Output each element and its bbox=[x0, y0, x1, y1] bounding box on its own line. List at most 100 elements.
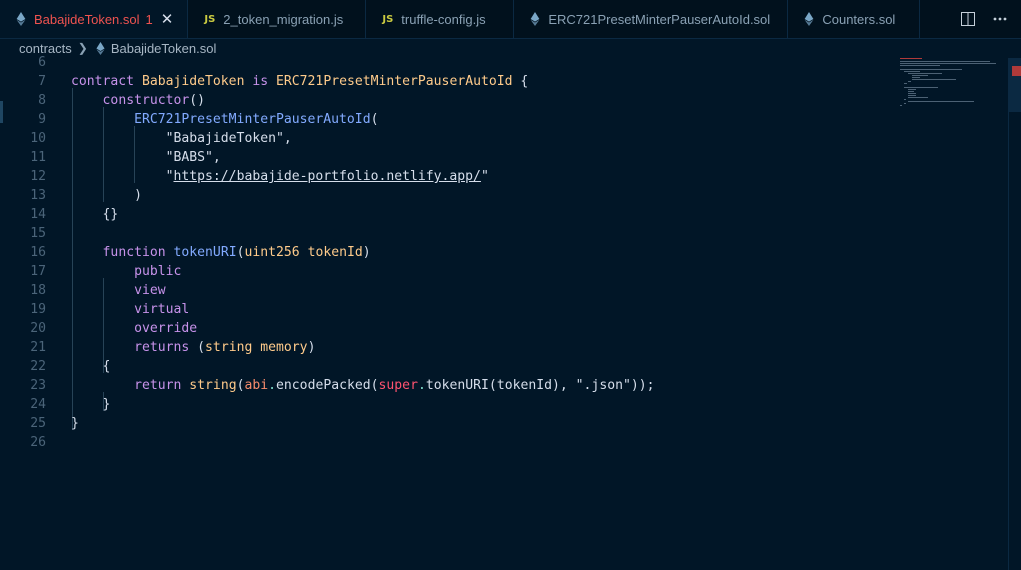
code-line: 17 public bbox=[0, 262, 1008, 281]
code-text: { bbox=[71, 357, 111, 376]
line-number: 22 bbox=[30, 359, 46, 374]
paren: ), bbox=[552, 378, 568, 393]
js-icon: JS bbox=[382, 13, 394, 25]
code-line: 19 virtual bbox=[0, 300, 1008, 319]
line-number: 18 bbox=[30, 283, 46, 298]
quote: " bbox=[480, 169, 489, 184]
code-text: "BabajideToken", bbox=[71, 129, 292, 148]
code-line: 10 "BabajideToken", bbox=[0, 129, 1008, 148]
type: string bbox=[189, 378, 237, 393]
function-call: ERC721PresetMinterPauserAutoId bbox=[134, 112, 371, 127]
paren: ( bbox=[370, 112, 379, 127]
brace: } bbox=[102, 397, 111, 412]
code-text: contract BabajideToken is ERC721PresetMi… bbox=[71, 72, 528, 91]
tab-babajidetoken-sol[interactable]: BabajideToken.sol 1 ✕ bbox=[0, 0, 189, 38]
solidity-icon bbox=[530, 12, 540, 26]
line-number: 24 bbox=[30, 397, 46, 412]
code-text: } bbox=[71, 414, 79, 433]
paren: )); bbox=[630, 378, 655, 393]
function-call: encodePacked bbox=[276, 378, 371, 393]
line-number: 17 bbox=[30, 264, 46, 279]
tab-counters-sol[interactable]: Counters.sol bbox=[788, 0, 921, 38]
tab-truffle-config-js[interactable]: JS truffle-config.js bbox=[366, 0, 515, 38]
line-number: 13 bbox=[30, 188, 46, 203]
code-text: {} bbox=[71, 205, 119, 224]
more-actions-icon[interactable] bbox=[993, 17, 1007, 21]
paren: ( bbox=[488, 378, 497, 393]
code-line: 20 override bbox=[0, 319, 1008, 338]
line-number: 16 bbox=[30, 245, 46, 260]
code-text: ERC721PresetMinterPauserAutoId( bbox=[71, 110, 378, 129]
paren: ( bbox=[197, 340, 206, 355]
code-line: 26 bbox=[0, 433, 1008, 452]
code-line: 22 { bbox=[0, 357, 1008, 376]
vertical-scrollbar[interactable] bbox=[1008, 58, 1021, 570]
parameter: tokenId bbox=[307, 245, 363, 260]
dot: . bbox=[417, 378, 426, 393]
tab-erc721presetminterpauserautoid-sol[interactable]: ERC721PresetMinterPauserAutoId.sol bbox=[514, 0, 789, 38]
function-name: tokenURI bbox=[173, 245, 237, 260]
contract-name: BabajideToken bbox=[141, 74, 245, 89]
code-text: ) bbox=[71, 186, 142, 205]
code-line: 15 bbox=[0, 224, 1008, 243]
solidity-icon bbox=[804, 12, 814, 26]
comma: , bbox=[212, 150, 221, 165]
storage: memory bbox=[260, 340, 308, 355]
code-text: function tokenURI(uint256 tokenId) bbox=[71, 243, 371, 262]
code-line: 7 contract BabajideToken is ERC721Preset… bbox=[0, 72, 1008, 91]
paren: ) bbox=[307, 340, 316, 355]
code-line: 25 } bbox=[0, 414, 1008, 433]
quote: " bbox=[165, 169, 174, 184]
line-number: 11 bbox=[30, 150, 46, 165]
tab-label: 2_token_migration.js bbox=[223, 11, 344, 27]
js-icon: JS bbox=[204, 13, 216, 25]
line-number: 6 bbox=[38, 55, 46, 70]
code-editor[interactable]: 6 7 contract BabajideToken is ERC721Pres… bbox=[0, 55, 1008, 570]
modifier: virtual bbox=[134, 302, 190, 317]
modifier: public bbox=[134, 264, 182, 279]
code-text: returns (string memory) bbox=[71, 338, 315, 357]
keyword: is bbox=[252, 74, 269, 89]
super-keyword: super bbox=[378, 378, 418, 393]
tab-bar: BabajideToken.sol 1 ✕ JS 2_token_migrati… bbox=[0, 0, 1021, 39]
keyword: contract bbox=[71, 74, 135, 89]
paren: ) bbox=[134, 188, 142, 203]
tab-2-token-migration-js[interactable]: JS 2_token_migration.js bbox=[188, 0, 367, 38]
line-number: 25 bbox=[30, 416, 46, 431]
code-line: 6 bbox=[0, 53, 1008, 72]
code-text: public bbox=[71, 262, 181, 281]
type: string bbox=[205, 340, 253, 355]
split-editor-icon[interactable] bbox=[961, 12, 975, 26]
line-number: 20 bbox=[30, 321, 46, 336]
line-number: 7 bbox=[38, 74, 46, 89]
minimap[interactable] bbox=[896, 58, 1008, 118]
keyword: return bbox=[134, 378, 182, 393]
code-line: 23 return string(abi.encodePacked(super.… bbox=[0, 376, 1008, 395]
editor-actions bbox=[961, 0, 1021, 38]
line-number: 21 bbox=[30, 340, 46, 355]
type: uint256 bbox=[244, 245, 300, 260]
code-line: 21 returns (string memory) bbox=[0, 338, 1008, 357]
paren: ( bbox=[370, 378, 379, 393]
code-text: return string(abi.encodePacked(super.tok… bbox=[71, 376, 655, 395]
code-text: "BABS", bbox=[71, 148, 221, 167]
code-text: view bbox=[71, 281, 166, 300]
line-number: 26 bbox=[30, 435, 46, 450]
code-text: virtual bbox=[71, 300, 189, 319]
line-number: 23 bbox=[30, 378, 46, 393]
brace: { bbox=[520, 74, 529, 89]
tab-label: truffle-config.js bbox=[401, 11, 486, 27]
modifier: view bbox=[134, 283, 166, 298]
error-marker bbox=[1012, 66, 1021, 76]
problem-count-badge: 1 bbox=[145, 11, 153, 27]
code-line: 9 ERC721PresetMinterPauserAutoId( bbox=[0, 110, 1008, 129]
parent-contract: ERC721PresetMinterPauserAutoId bbox=[276, 74, 513, 89]
code-text: override bbox=[71, 319, 197, 338]
line-number: 9 bbox=[38, 112, 46, 127]
abi-global: abi bbox=[244, 378, 269, 393]
url-link[interactable]: https://babajide-portfolio.netlify.app/ bbox=[174, 169, 481, 184]
code-line: 13 ) bbox=[0, 186, 1008, 205]
line-number: 14 bbox=[30, 207, 46, 222]
close-icon[interactable]: ✕ bbox=[161, 10, 174, 28]
line-number: 12 bbox=[30, 169, 46, 184]
